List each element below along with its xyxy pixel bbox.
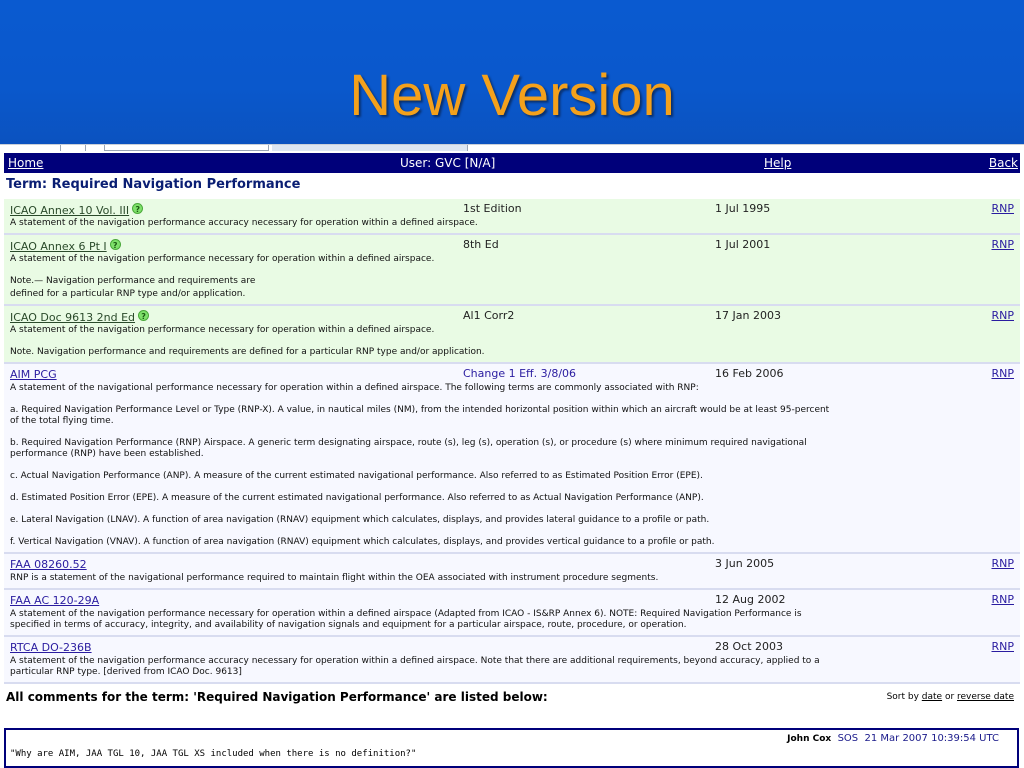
- definition-entry: ICAO Annex 6 Pt I? 8th Ed 1 Jul 2001 RNP A s…: [4, 235, 1020, 306]
- help-icon[interactable]: ?: [138, 310, 150, 321]
- glossary-app: Home User: GVC [N/A] Help Back Term: Req…: [4, 153, 1020, 768]
- back-link[interactable]: Back: [989, 156, 1018, 170]
- definition-text: A statement of the navigation performanc…: [10, 254, 435, 264]
- effective-date: 28 Oct 2003: [715, 640, 784, 653]
- entry-header-row: ICAO Annex 6 Pt I? 8th Ed 1 Jul 2001 RNP: [10, 238, 1014, 253]
- source-link[interactable]: FAA 08260.52: [10, 558, 87, 571]
- effective-date: 1 Jul 1995: [715, 202, 771, 215]
- source-link[interactable]: ICAO Annex 10 Vol. III?: [10, 203, 144, 217]
- sort-or: or: [942, 692, 958, 702]
- term-name: Required Navigation Performance: [51, 177, 301, 192]
- sort-by-reverse-date-link[interactable]: reverse date: [957, 692, 1014, 702]
- top-navbar: Home User: GVC [N/A] Help Back: [4, 153, 1020, 173]
- comment-item: John Cox SOS 21 Mar 2007 10:39:54 UTC "W…: [4, 728, 1019, 768]
- term-heading: Term: Required Navigation Performance: [4, 173, 1020, 199]
- comments-title: All comments for the term: 'Required Nav…: [6, 690, 548, 704]
- term-tag-link[interactable]: RNP: [991, 640, 1014, 653]
- help-link[interactable]: Help: [764, 156, 791, 170]
- definition-text: c. Actual Navigation Performance (ANP). …: [10, 471, 703, 481]
- definition-text: a. Required Navigation Performance Level…: [10, 405, 830, 426]
- edition-label: 8th Ed: [463, 238, 499, 251]
- definition-text: defined for a particular RNP type and/or…: [10, 289, 246, 299]
- definition-text: A statement of the navigational performa…: [10, 383, 699, 393]
- source-link[interactable]: ICAO Doc 9613 2nd Ed?: [10, 310, 150, 324]
- definition-text: e. Lateral Navigation (LNAV). A function…: [10, 515, 710, 525]
- help-icon[interactable]: ?: [132, 203, 144, 214]
- sort-prefix: Sort by: [886, 692, 922, 702]
- source-link[interactable]: AIM PCG: [10, 368, 57, 381]
- window-tab-active[interactable]: [272, 145, 468, 151]
- definition-list: ICAO Annex 10 Vol. III? 1st Edition 1 Jul …: [4, 199, 1020, 684]
- entry-header-row: ICAO Doc 9613 2nd Ed? Al1 Corr2 17 Jan 200…: [10, 309, 1014, 324]
- definition-text: A statement of the navigation performanc…: [10, 218, 478, 228]
- definition-text: Note.— Navigation performance and requir…: [10, 276, 256, 286]
- definition-text: A statement of the navigation performanc…: [10, 609, 802, 630]
- help-icon[interactable]: ?: [109, 239, 121, 250]
- definition-text: A statement of the navigation performanc…: [10, 656, 820, 677]
- definition-entry: FAA AC 120-29A 12 Aug 2002 RNP A statement …: [4, 590, 1020, 637]
- slide-header: New Version: [0, 0, 1024, 146]
- definition-text: f. Vertical Navigation (VNAV). A functio…: [10, 537, 715, 547]
- definition-text: d. Estimated Position Error (EPE). A mea…: [10, 493, 704, 503]
- term-tag-link[interactable]: RNP: [991, 557, 1014, 570]
- entry-header-row: RTCA DO-236B 28 Oct 2003 RNP: [10, 640, 1014, 654]
- definition-entry: AIM PCG Change 1 Eff. 3/8/06 16 Feb 2006 RN…: [4, 364, 1020, 554]
- edition-label: Al1 Corr2: [463, 309, 515, 322]
- comment-author: John Cox: [787, 734, 832, 744]
- entry-header-row: ICAO Annex 10 Vol. III? 1st Edition 1 Jul …: [10, 202, 1014, 217]
- comment-timestamp: 21 Mar 2007 10:39:54 UTC: [864, 733, 1000, 744]
- term-tag-link[interactable]: RNP: [991, 367, 1014, 380]
- term-tag-link[interactable]: RNP: [991, 309, 1014, 322]
- entry-header-row: FAA AC 120-29A 12 Aug 2002 RNP: [10, 593, 1014, 607]
- sort-by-date-link[interactable]: date: [922, 692, 942, 702]
- comment-text: "Why are AIM, JAA TGL 10, JAA TGL XS inc…: [10, 749, 417, 759]
- term-tag-link[interactable]: RNP: [991, 202, 1014, 215]
- effective-date: 17 Jan 2003: [715, 309, 781, 322]
- edition-label: 1st Edition: [463, 202, 522, 215]
- definition-text: RNP is a statement of the navigational p…: [10, 573, 659, 583]
- source-link[interactable]: ICAO Annex 6 Pt I?: [10, 239, 121, 253]
- source-link[interactable]: FAA AC 120-29A: [10, 594, 99, 607]
- sort-controls: Sort by date or reverse date: [887, 692, 1014, 702]
- term-tag-link[interactable]: RNP: [991, 238, 1014, 251]
- effective-date: 1 Jul 2001: [715, 238, 771, 251]
- definition-entry: FAA 08260.52 3 Jun 2005 RNP RNP is a statem…: [4, 554, 1020, 590]
- definition-entry: RTCA DO-236B 28 Oct 2003 RNP A statement of…: [4, 637, 1020, 684]
- comments-header: All comments for the term: 'Required Nav…: [4, 686, 1020, 710]
- definition-text: Note. Navigation performance and require…: [10, 347, 485, 357]
- user-label: User: GVC [N/A]: [400, 156, 496, 170]
- term-tag-link[interactable]: RNP: [991, 593, 1014, 606]
- entry-header-row: AIM PCG Change 1 Eff. 3/8/06 16 Feb 2006 RN…: [10, 367, 1014, 381]
- comment-meta: John Cox SOS 21 Mar 2007 10:39:54 UTC: [787, 733, 999, 744]
- home-link[interactable]: Home: [8, 156, 43, 170]
- term-prefix: Term:: [6, 177, 52, 192]
- effective-date: 16 Feb 2006: [715, 367, 784, 380]
- edition-label: Change 1 Eff. 3/8/06: [463, 367, 577, 380]
- definition-text: A statement of the navigation performanc…: [10, 325, 435, 335]
- slide-title: New Version: [349, 63, 675, 128]
- window-tab[interactable]: [104, 145, 269, 151]
- effective-date: 3 Jun 2005: [715, 557, 775, 570]
- comment-org: SOS: [837, 733, 859, 744]
- source-link[interactable]: RTCA DO-236B: [10, 641, 92, 654]
- definition-text: b. Required Navigation Performance (RNP)…: [10, 438, 807, 459]
- window-tab[interactable]: [60, 145, 86, 151]
- definition-entry: ICAO Annex 10 Vol. III? 1st Edition 1 Jul …: [4, 199, 1020, 235]
- entry-header-row: FAA 08260.52 3 Jun 2005 RNP: [10, 557, 1014, 571]
- effective-date: 12 Aug 2002: [715, 593, 786, 606]
- definition-entry: ICAO Doc 9613 2nd Ed? Al1 Corr2 17 Jan 200…: [4, 306, 1020, 364]
